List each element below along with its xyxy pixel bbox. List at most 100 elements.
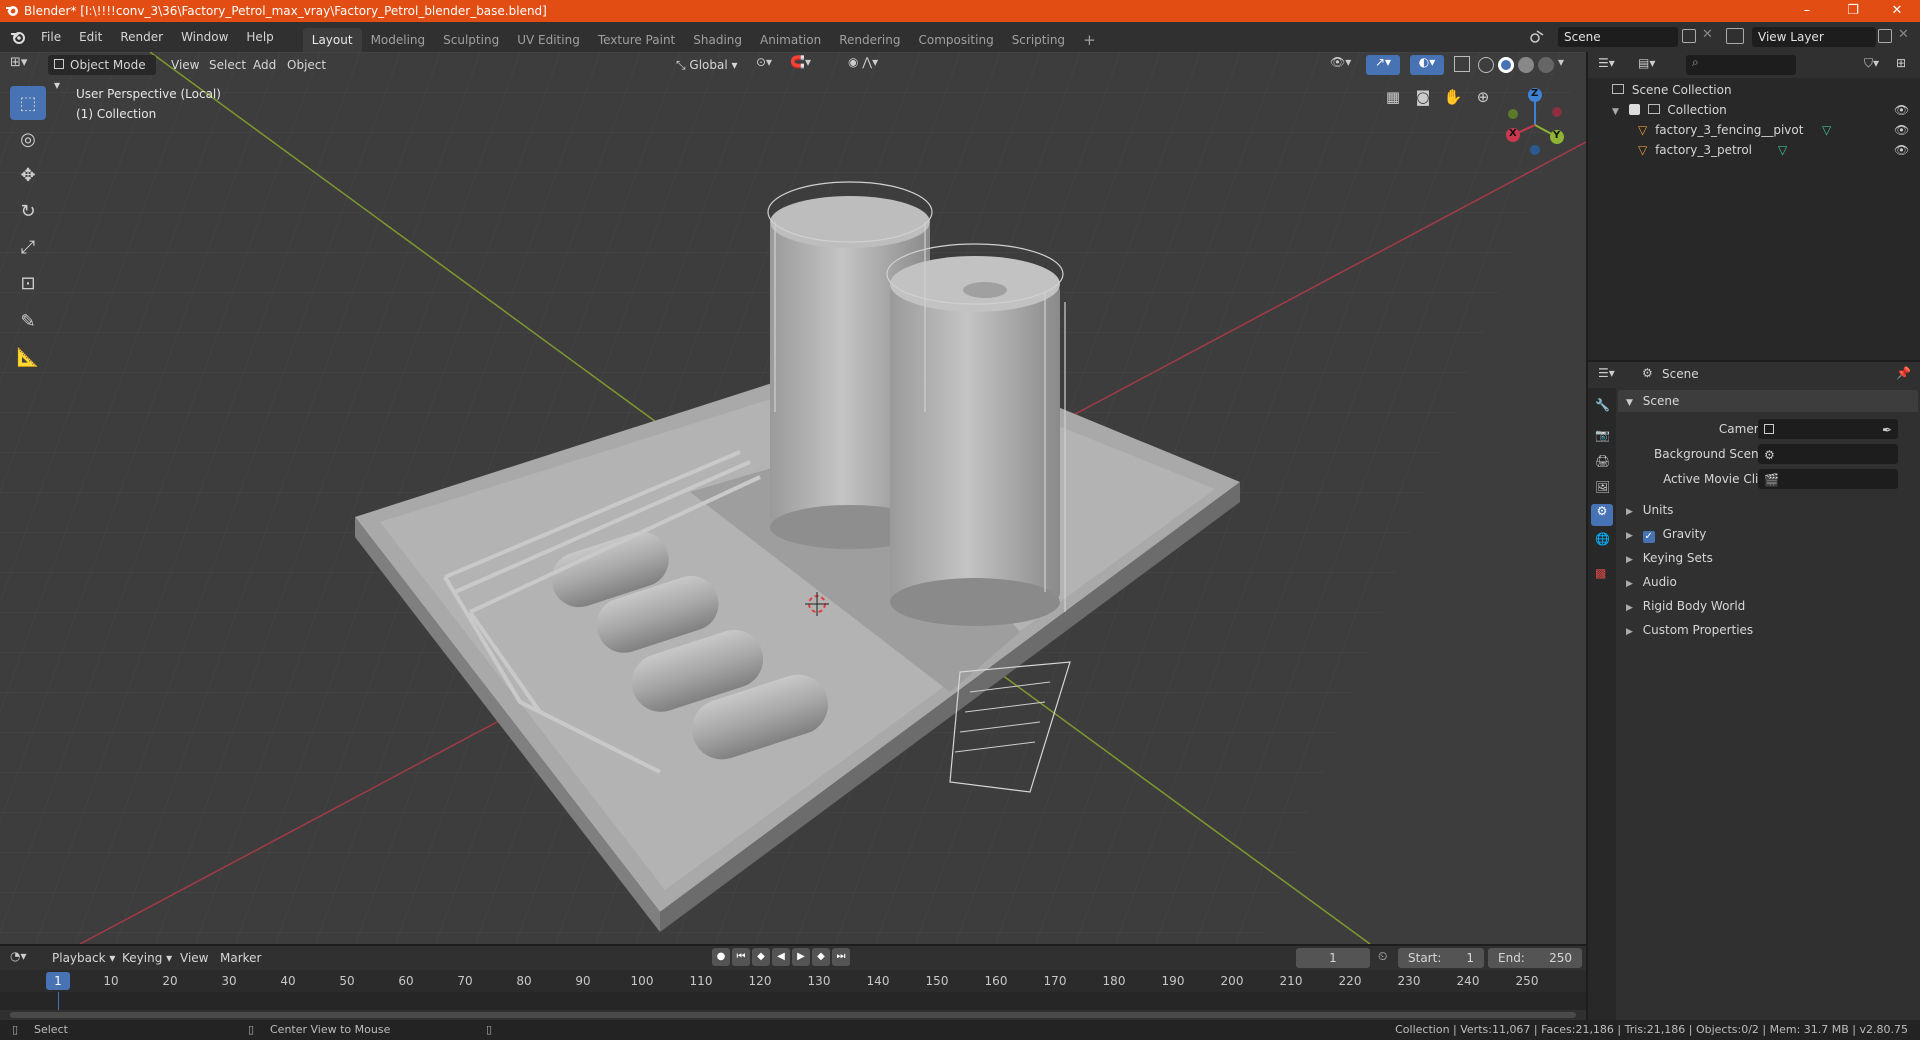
overlays-toggle-icon[interactable]: ◐▾ [1410,55,1444,75]
material-shading-icon[interactable] [1518,57,1534,73]
cursor-tool-icon[interactable]: ◎ [10,122,46,156]
blender-menu-icon[interactable] [10,29,26,45]
jump-end-button[interactable]: ⏭ [832,948,850,966]
transform-tool-icon[interactable]: ⊡ [10,266,46,300]
scene-panel-header[interactable]: ▼ Scene [1618,390,1918,412]
restore-button[interactable]: ❐ [1830,0,1876,22]
shading-options-icon[interactable]: ▾ [1558,55,1564,75]
orientation-dropdown[interactable]: ⤡ Global ▾ [670,55,746,75]
new-scene-icon[interactable] [1682,29,1696,43]
timeline-track-area[interactable] [0,992,1586,1010]
outliner-row-collection[interactable]: ▼ Collection 👁 [1588,100,1920,120]
timeline-scrollbar[interactable] [10,1012,1576,1018]
view-layer-browse-icon[interactable] [1726,28,1744,44]
viewport-menu-object[interactable]: Object [278,50,335,80]
tab-uv-editing[interactable]: UV Editing [508,28,589,52]
frame-ruler[interactable]: 1 10 20 30 40 50 60 70 80 90 100 110 120… [0,970,1586,992]
outliner-search-input[interactable]: ⌕ [1686,55,1796,75]
collection-visibility-eye-icon[interactable]: 👁 [1894,100,1909,120]
pan-hand-icon[interactable]: ✋ [1442,88,1464,110]
timeline-view-menu[interactable]: View [174,948,214,968]
mode-dropdown[interactable]: Object Mode ▾ [48,55,156,92]
xray-toggle-icon[interactable] [1454,56,1470,72]
delete-view-layer-icon[interactable]: ✕ [1898,27,1909,42]
section-audio[interactable]: ▶ Audio [1618,571,1918,593]
scene-browse-icon[interactable] [1527,27,1547,47]
tab-sculpting[interactable]: Sculpting [434,28,508,52]
minimize-button[interactable]: – [1784,0,1830,22]
expand-arrow-icon[interactable]: ▼ [1612,107,1619,117]
collection-checkbox[interactable] [1628,104,1640,115]
play-reverse-button[interactable]: ◀ [772,948,790,966]
play-button[interactable]: ▶ [792,948,810,966]
annotate-tool-icon[interactable]: ✎ [10,304,46,338]
background-scene-field[interactable]: ⚙ [1758,444,1898,464]
start-frame-field[interactable]: Start: 1 [1398,948,1484,968]
tab-texture-paint[interactable]: Texture Paint [589,28,684,52]
new-collection-icon[interactable]: ⊞ [1896,56,1906,70]
keying-menu[interactable]: Keying ▾ [116,948,178,968]
current-frame-field[interactable]: 1 [1296,948,1370,968]
pin-icon[interactable]: 📌 [1896,366,1911,380]
preview-range-clock-icon[interactable]: ⏲ [1378,949,1387,964]
timeline-editor-icon[interactable]: ◔▾ [10,949,27,963]
tool-tab-icon[interactable]: 🔧 [1595,398,1610,412]
tab-layout[interactable]: Layout [302,28,362,52]
object-visibility-eye-icon[interactable]: 👁 [1894,140,1909,160]
mesh-data-icon[interactable]: ▽ [1822,120,1831,140]
select-box-tool-icon[interactable]: ⬚ [10,86,46,120]
tab-compositing[interactable]: Compositing [909,28,1002,52]
rendered-shading-icon[interactable] [1538,57,1554,73]
outliner-editor-icon[interactable]: ☰▾ [1598,56,1615,70]
outliner-row-object[interactable]: ▽ factory_3_fencing__pivot ▽ 👁 [1588,120,1920,140]
menu-edit[interactable]: Edit [70,22,111,52]
delete-scene-icon[interactable]: ✕ [1702,27,1713,42]
new-view-layer-icon[interactable] [1878,29,1892,43]
active-movie-clip-field[interactable]: 🎬 [1758,469,1898,489]
menu-window[interactable]: Window [172,22,237,52]
tab-modeling[interactable]: Modeling [362,28,435,52]
texture-tab-icon[interactable]: ▩ [1595,566,1606,580]
scene-tab-icon[interactable]: ⚙ [1591,504,1613,526]
object-visibility-eye-icon[interactable]: 👁 [1894,120,1909,140]
scene-name-field[interactable]: Scene [1558,27,1678,47]
add-workspace-button[interactable]: + [1074,28,1105,52]
3d-viewport[interactable]: Z Y X ▦ ◙ ✋ ⊕ [0,52,1586,944]
tab-animation[interactable]: Animation [751,28,830,52]
rotate-tool-icon[interactable]: ↻ [10,194,46,228]
menu-help[interactable]: Help [237,22,282,52]
pivot-point-icon[interactable]: ⊙▾ [756,55,784,69]
solid-shading-icon[interactable] [1498,57,1514,73]
menu-render[interactable]: Render [111,22,172,52]
wireframe-shading-icon[interactable] [1478,57,1494,73]
render-tab-icon[interactable]: 📷 [1595,428,1610,442]
editor-type-icon[interactable]: ⊞▾ [10,55,40,75]
tab-scripting[interactable]: Scripting [1003,28,1074,52]
camera-field[interactable]: ✒ [1758,419,1898,439]
camera-view-icon[interactable]: ◙ [1412,88,1434,110]
section-units[interactable]: ▶ Units [1618,499,1918,521]
scale-tool-icon[interactable]: ⤢ [10,230,46,264]
outliner-row-scene-collection[interactable]: Scene Collection [1588,80,1920,100]
zoom-icon[interactable]: ⊕ [1472,88,1494,110]
menu-file[interactable]: File [32,22,70,52]
record-button[interactable]: ● [712,948,730,966]
eyedropper-icon[interactable]: ✒ [1882,419,1892,441]
section-gravity[interactable]: ▶ ✓ Gravity [1618,523,1918,545]
end-frame-field[interactable]: End: 250 [1488,948,1582,968]
tab-rendering[interactable]: Rendering [830,28,909,52]
display-mode-icon[interactable]: ▤▾ [1638,56,1655,70]
mesh-data-icon[interactable]: ▽ [1778,140,1787,160]
gravity-checkbox[interactable]: ✓ [1642,531,1655,543]
view-layer-tab-icon[interactable]: 🖼 [1595,480,1610,494]
marker-menu[interactable]: Marker [214,948,267,968]
properties-editor-icon[interactable]: ☰▾ [1598,366,1615,380]
section-keying-sets[interactable]: ▶ Keying Sets [1618,547,1918,569]
tab-shading[interactable]: Shading [684,28,751,52]
snap-icon[interactable]: 🧲▾ [790,55,836,69]
gizmo-toggle-icon[interactable]: ↗▾ [1366,55,1400,75]
move-tool-icon[interactable]: ✥ [10,158,46,192]
filter-icon[interactable]: ⛉▾ [1864,56,1879,71]
prev-keyframe-button[interactable]: ◆ [752,948,770,966]
navigation-gizmo[interactable]: Z Y X [1498,88,1568,158]
